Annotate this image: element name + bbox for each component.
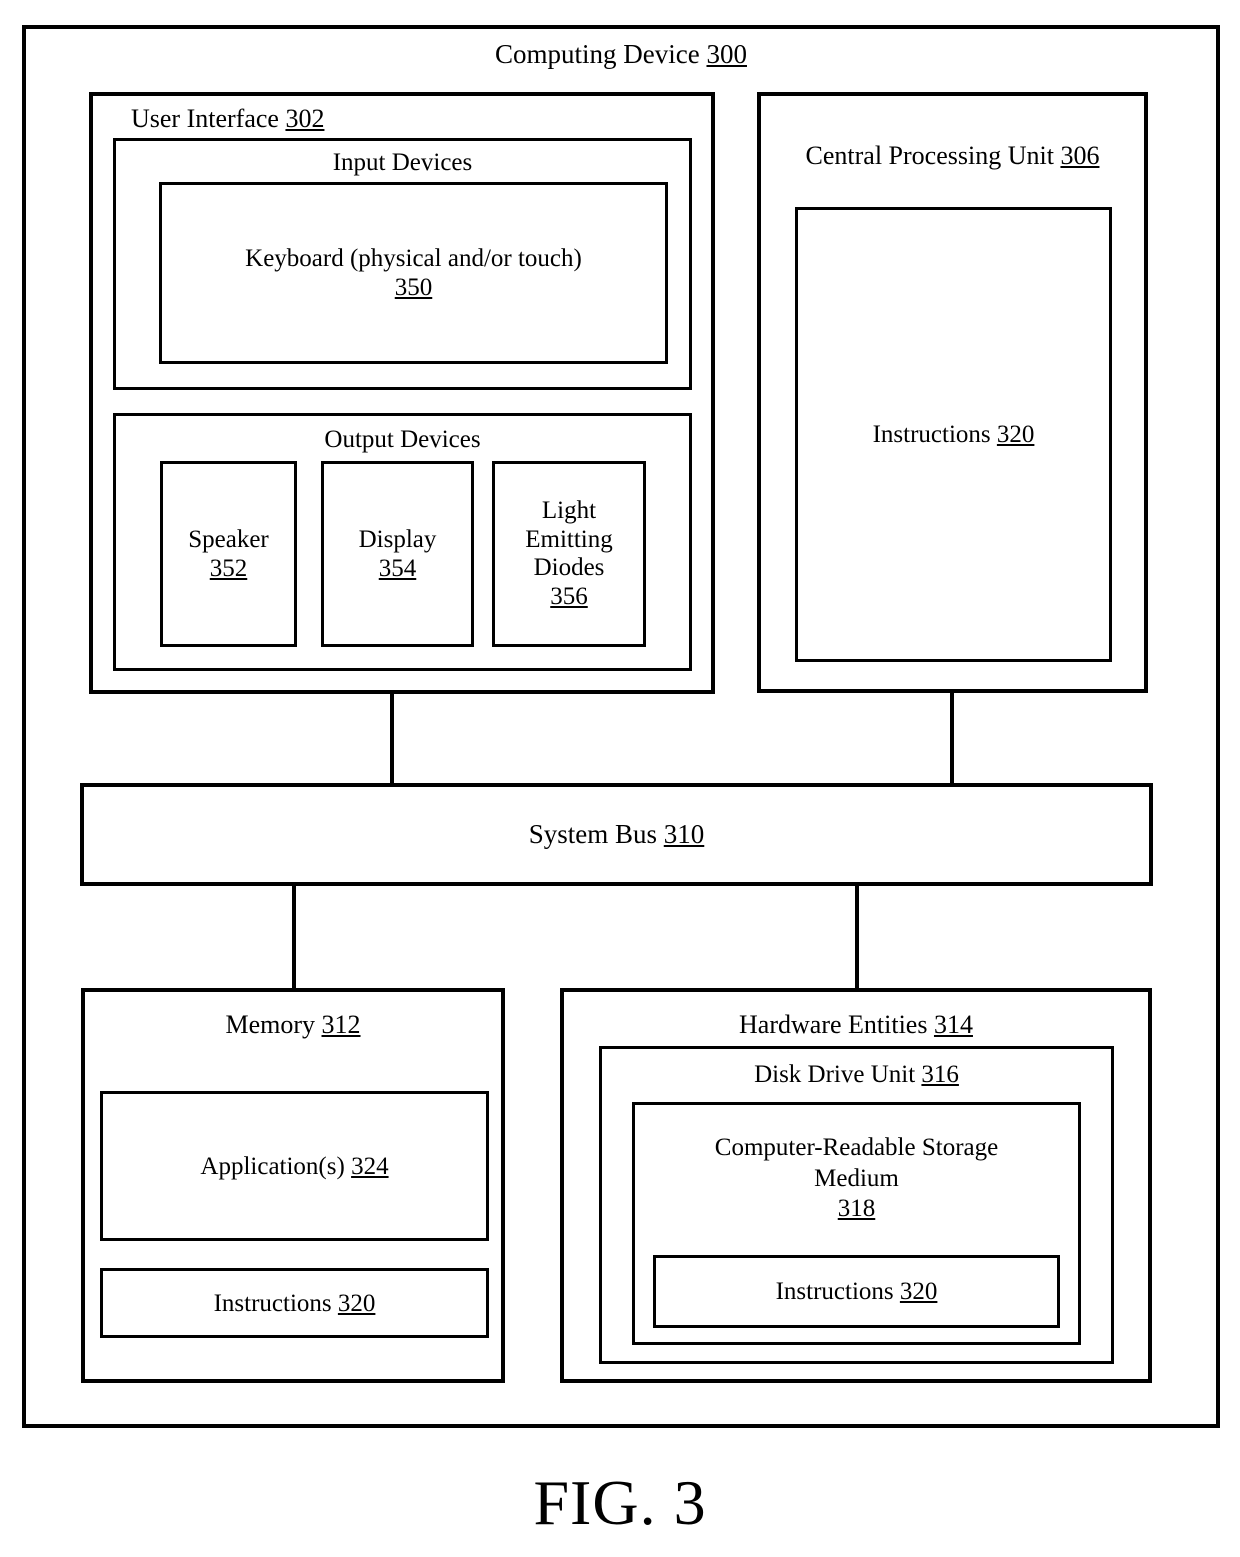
computing-device-number: 300 <box>706 39 747 69</box>
central-processing-unit-label: Central Processing Unit <box>805 141 1054 170</box>
system-bus-label: System Bus <box>528 818 658 849</box>
memory-instructions-text: Instructions 320 <box>214 1289 376 1318</box>
storage-medium-instructions-text: Instructions 320 <box>776 1277 938 1306</box>
storage-medium-instructions-label-group: Instructions 320 <box>656 1258 1057 1325</box>
applications-text: Application(s) 324 <box>200 1152 388 1181</box>
computing-device-title: Computing Device 300 <box>26 39 1216 69</box>
storage-medium-instructions-label: Instructions <box>775 1278 894 1305</box>
computing-device-label: Computing Device <box>495 39 700 69</box>
output-devices-label: Output Devices <box>324 426 481 453</box>
memory-instructions-number: 320 <box>337 1289 376 1317</box>
output-devices-title: Output Devices <box>116 426 689 454</box>
keyboard-label: Keyboard (physical and/or touch) <box>245 245 582 272</box>
display-box: Display 354 <box>321 461 474 647</box>
speaker-box: Speaker 352 <box>160 461 297 647</box>
hardware-entities-title: Hardware Entities 314 <box>564 1010 1148 1039</box>
speaker-label: Speaker <box>188 526 269 553</box>
disk-drive-unit-title: Disk Drive Unit 316 <box>602 1061 1111 1089</box>
central-processing-unit-number: 306 <box>1060 141 1100 170</box>
memory-instructions-label: Instructions <box>213 1289 332 1317</box>
display-number: 354 <box>378 555 417 582</box>
light-emitting-diodes-number: 356 <box>550 582 588 610</box>
storage-medium-number: 318 <box>837 1195 876 1222</box>
keyboard-number: 350 <box>394 274 433 301</box>
speaker-label-group: Speaker 352 <box>163 464 294 644</box>
input-devices-title: Input Devices <box>116 149 689 177</box>
disk-drive-unit-label: Disk Drive Unit <box>754 1061 916 1088</box>
connector-ui-to-bus <box>390 692 394 785</box>
storage-medium-instructions-box: Instructions 320 <box>653 1255 1060 1328</box>
applications-number: 324 <box>351 1152 389 1180</box>
speaker-number: 352 <box>209 555 248 582</box>
applications-label: Application(s) <box>200 1152 345 1180</box>
cpu-instructions-box: Instructions 320 <box>795 207 1112 662</box>
display-label-group: Display 354 <box>324 464 471 644</box>
system-bus-text: System Bus 310 <box>529 819 705 850</box>
applications-box: Application(s) 324 <box>100 1091 489 1241</box>
memory-instructions-label-group: Instructions 320 <box>103 1271 486 1335</box>
user-interface-title: User Interface 302 <box>131 104 324 133</box>
display-label: Display <box>358 526 437 553</box>
disk-drive-unit-number: 316 <box>921 1061 959 1088</box>
keyboard-box: Keyboard (physical and/or touch) 350 <box>159 182 668 364</box>
connector-bus-to-hardware-entities <box>855 884 859 989</box>
cpu-instructions-label: Instructions <box>872 421 991 448</box>
cpu-instructions-number: 320 <box>996 421 1035 448</box>
connector-cpu-to-bus <box>950 691 954 785</box>
keyboard-label-group: Keyboard (physical and/or touch) 350 <box>162 185 665 361</box>
light-emitting-diodes-label: Light Emitting Diodes <box>525 497 613 581</box>
figure-caption: FIG. 3 <box>533 1467 707 1538</box>
cpu-instructions-label-group: Instructions 320 <box>798 210 1109 659</box>
storage-medium-label-line2: Medium <box>814 1164 899 1192</box>
storage-medium-label-line1: Computer-Readable Storage <box>714 1134 999 1161</box>
system-bus-box: System Bus 310 <box>80 783 1153 886</box>
hardware-entities-number: 314 <box>933 1010 973 1039</box>
applications-label-group: Application(s) 324 <box>103 1094 486 1238</box>
user-interface-number: 302 <box>285 104 325 133</box>
light-emitting-diodes-label-group: Light Emitting Diodes 356 <box>495 464 643 644</box>
hardware-entities-label: Hardware Entities <box>739 1010 928 1039</box>
memory-label: Memory <box>225 1010 316 1039</box>
connector-bus-to-memory <box>292 884 296 989</box>
input-devices-label: Input Devices <box>332 149 473 176</box>
system-bus-label-group: System Bus 310 <box>84 787 1149 882</box>
storage-medium-instructions-number: 320 <box>899 1278 938 1305</box>
memory-instructions-box: Instructions 320 <box>100 1268 489 1338</box>
system-bus-number: 310 <box>663 818 705 849</box>
memory-number: 312 <box>321 1010 361 1039</box>
user-interface-label: User Interface <box>131 104 279 133</box>
memory-title: Memory 312 <box>85 1010 501 1039</box>
cpu-instructions-text: Instructions 320 <box>873 420 1035 449</box>
computer-readable-storage-medium-title: Computer-Readable Storage Medium 318 <box>635 1133 1078 1225</box>
light-emitting-diodes-box: Light Emitting Diodes 356 <box>492 461 646 647</box>
central-processing-unit-title: Central Processing Unit 306 <box>761 141 1144 170</box>
